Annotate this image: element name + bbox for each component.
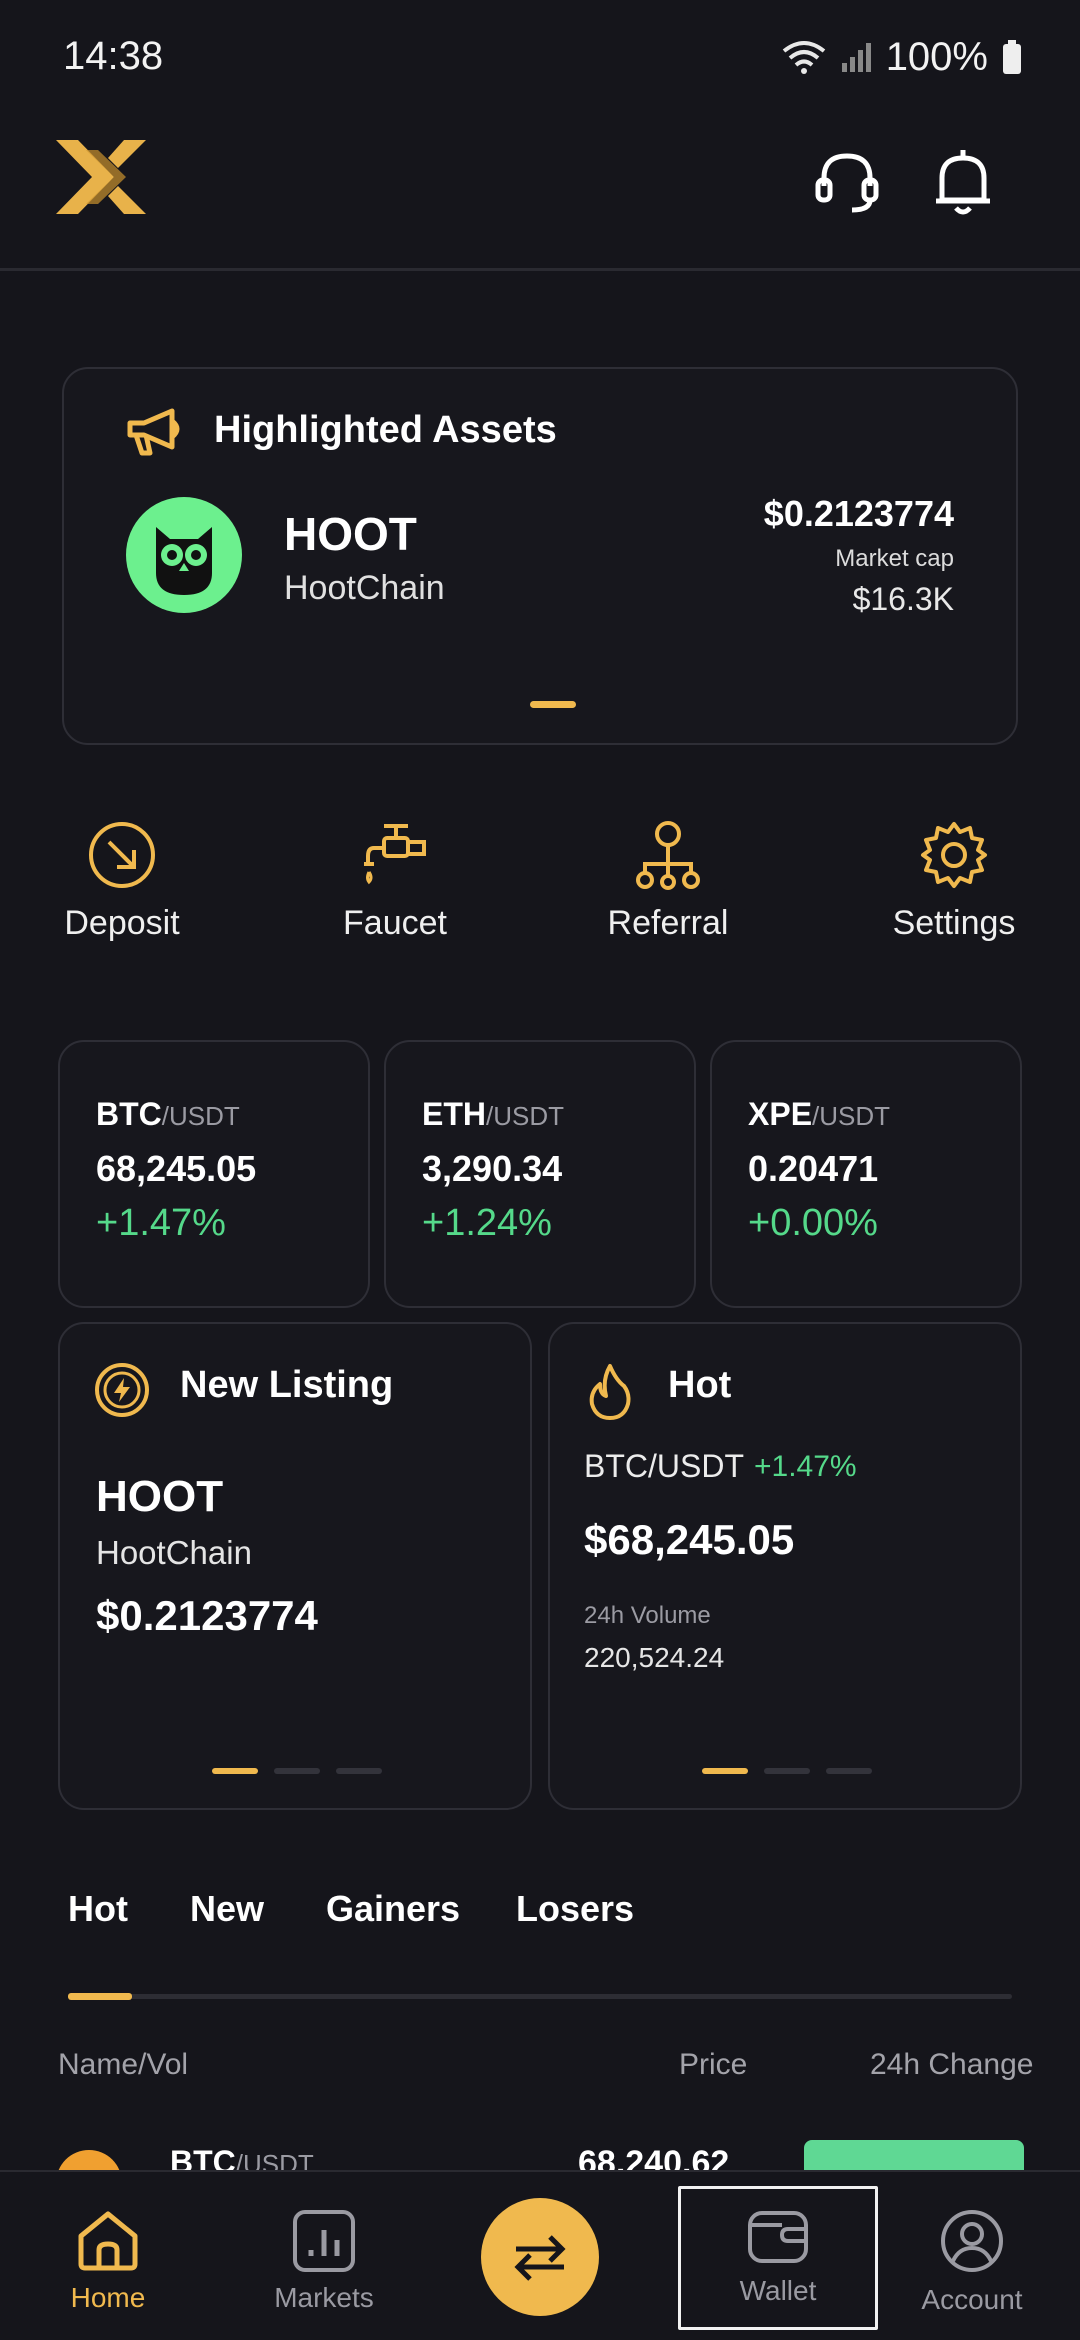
ticker-base: BTC — [96, 1096, 162, 1132]
deposit-arrow-icon — [89, 822, 155, 888]
battery-icon — [1003, 40, 1021, 74]
ticker-base: ETH — [422, 1096, 486, 1132]
markets-chart-icon — [293, 2210, 355, 2272]
ticker-card-xpe[interactable]: XPE/USDT 0.20471 +0.00% — [710, 1040, 1022, 1308]
row-base: BTC — [170, 2144, 236, 2170]
nav-wallet[interactable]: Wallet — [678, 2186, 878, 2330]
notifications-button[interactable] — [928, 146, 998, 220]
ticker-card-btc[interactable]: BTC/USDT 68,245.05 +1.47% — [58, 1040, 370, 1308]
hot-volume-label: 24h Volume — [584, 1602, 711, 1629]
highlighted-name: HootChain — [284, 569, 445, 607]
highlighted-title: Highlighted Assets — [214, 409, 557, 451]
status-icons: 100% — [782, 34, 1022, 80]
hot-volume: 220,524.24 — [584, 1642, 725, 1673]
home-icon — [78, 2211, 138, 2271]
wifi-icon — [782, 41, 825, 74]
new-listing-symbol: HOOT — [96, 1472, 224, 1521]
status-time: 14:38 — [63, 34, 164, 78]
nav-account-label: Account — [921, 2284, 1023, 2315]
btc-coin-icon — [56, 2150, 122, 2170]
referral-network-icon — [636, 821, 700, 890]
megaphone-icon — [127, 408, 180, 456]
new-listing-name: HootChain — [96, 1534, 252, 1571]
tab-new[interactable]: New — [190, 1888, 264, 1930]
faucet-button[interactable]: Faucet — [305, 820, 485, 943]
new-listing-badge-icon — [95, 1363, 149, 1417]
highlighted-assets-card[interactable]: Highlighted Assets HOOT HootChain $0.212… — [62, 367, 1018, 745]
x-logo-icon — [56, 140, 146, 214]
swap-arrows-icon — [514, 2235, 566, 2281]
market-cap-value: $16.3K — [852, 581, 954, 617]
ticker-card-eth[interactable]: ETH/USDT 3,290.34 +1.24% — [384, 1040, 696, 1308]
new-listing-price: $0.2123774 — [96, 1592, 318, 1639]
col-header-price[interactable]: Price — [679, 2048, 747, 2082]
deposit-label: Deposit — [64, 904, 180, 942]
header-divider — [0, 268, 1080, 271]
tab-gainers[interactable]: Gainers — [326, 1888, 460, 1930]
carousel-indicator — [530, 701, 576, 708]
settings-label: Settings — [892, 904, 1016, 942]
col-header-name[interactable]: Name/Vol — [58, 2048, 188, 2082]
tab-active-indicator — [68, 1993, 132, 2000]
ticker-quote: /USDT — [161, 1101, 240, 1131]
hot-price: $68,245.05 — [584, 1516, 795, 1563]
hot-card[interactable]: Hot BTC/USDT +1.47% $68,245.05 24h Volum… — [548, 1322, 1022, 1810]
nav-markets-label: Markets — [274, 2282, 374, 2313]
faucet-label: Faucet — [343, 904, 447, 942]
flame-icon — [589, 1364, 631, 1420]
nav-markets[interactable]: Markets — [244, 2208, 404, 2314]
nav-account[interactable]: Account — [892, 2208, 1052, 2316]
market-cap-label: Market cap — [835, 545, 954, 572]
row-change-badge[interactable] — [804, 2140, 1024, 2170]
tab-losers[interactable]: Losers — [516, 1888, 634, 1930]
new-listing-pager — [212, 1768, 382, 1774]
hot-pair: BTC/USDT — [584, 1448, 744, 1484]
hot-pager — [702, 1768, 872, 1774]
ticker-change: +1.47% — [96, 1202, 226, 1244]
ticker-change: +0.00% — [748, 1202, 878, 1244]
wallet-icon — [748, 2211, 808, 2263]
tab-track — [68, 1994, 1012, 1999]
ticker-change: +1.24% — [422, 1202, 552, 1244]
row-price: 68,240.62 — [578, 2144, 730, 2170]
nav-home-label: Home — [70, 2282, 146, 2313]
nav-wallet-label: Wallet — [739, 2275, 817, 2306]
ticker-base: XPE — [748, 1096, 813, 1132]
highlighted-price: $0.2123774 — [763, 493, 954, 534]
ticker-price: 0.20471 — [748, 1148, 879, 1189]
gear-icon — [921, 822, 987, 888]
bottom-navigation: Home Markets Wallet Account — [0, 2170, 1080, 2340]
tab-hot[interactable]: Hot — [68, 1888, 128, 1930]
deposit-button[interactable]: Deposit — [32, 820, 212, 943]
ticker-quote: /USDT — [812, 1101, 891, 1131]
new-listing-title: New Listing — [180, 1364, 394, 1406]
account-user-icon — [941, 2210, 1003, 2272]
faucet-icon — [364, 824, 426, 885]
settings-button[interactable]: Settings — [864, 820, 1044, 943]
highlighted-symbol: HOOT — [284, 508, 417, 560]
signal-icon — [841, 43, 871, 72]
hootchain-owl-icon — [126, 497, 242, 613]
market-row[interactable]: BTC/USDT 68,240.62 — [0, 2130, 1080, 2170]
referral-button[interactable]: Referral — [578, 820, 758, 943]
headset-icon — [815, 153, 879, 213]
hot-title: Hot — [668, 1364, 732, 1406]
ticker-price: 3,290.34 — [422, 1148, 563, 1189]
ticker-price: 68,245.05 — [96, 1148, 257, 1189]
row-quote: /USDT — [235, 2149, 314, 2170]
col-header-change[interactable]: 24h Change — [870, 2048, 1033, 2082]
bell-icon — [936, 150, 990, 215]
ticker-quote: /USDT — [486, 1101, 564, 1131]
nav-swap-button[interactable] — [481, 2198, 599, 2316]
battery-percent: 100% — [885, 34, 988, 79]
referral-label: Referral — [607, 904, 729, 942]
nav-home[interactable]: Home — [28, 2208, 188, 2314]
hot-change: +1.47% — [754, 1450, 857, 1483]
new-listing-card[interactable]: New Listing HOOT HootChain $0.2123774 — [58, 1322, 532, 1810]
support-button[interactable] — [812, 148, 882, 218]
app-logo[interactable] — [56, 140, 146, 214]
